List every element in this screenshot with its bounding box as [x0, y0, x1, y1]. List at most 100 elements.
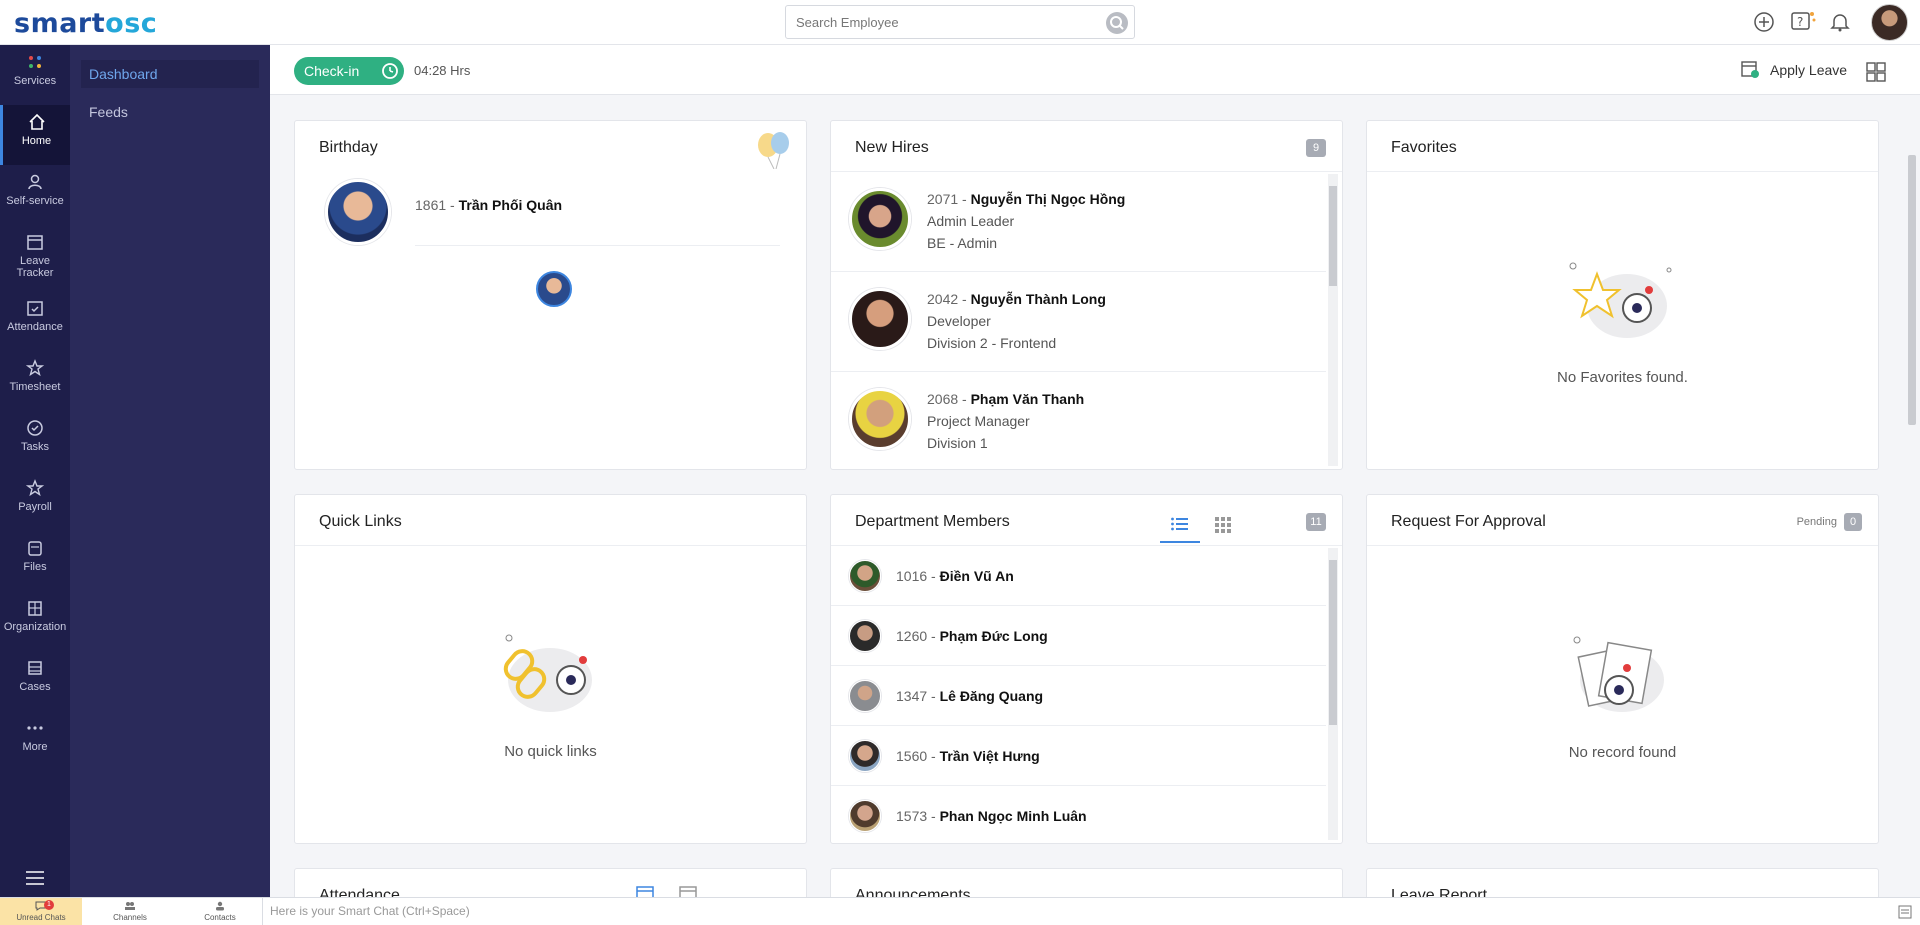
- empty-message: No quick links: [504, 743, 597, 760]
- check-in-button[interactable]: Check-in: [294, 57, 404, 85]
- grid-view-icon: [1215, 517, 1231, 533]
- list-scrollbar[interactable]: [1328, 174, 1338, 466]
- card-title: Quick Links: [319, 513, 402, 530]
- list-item[interactable]: 1016 - Điền Vũ An: [831, 546, 1326, 606]
- list-scrollbar[interactable]: [1328, 548, 1338, 840]
- left-navigation: Services Home Self-service Leave Tracker…: [0, 45, 70, 897]
- card-title: Department Members: [855, 513, 1010, 530]
- request-for-approval-card: Request For Approval Pending 0 No record…: [1366, 494, 1879, 844]
- birthday-card: Birthday 1861 - Trần Phối Quân: [294, 120, 807, 470]
- employee-photo: [849, 188, 911, 250]
- checkin-duration: 04:28 Hrs: [414, 63, 471, 78]
- user-avatar[interactable]: [1871, 4, 1908, 41]
- nav-tasks[interactable]: Tasks: [0, 411, 70, 471]
- divider: [1367, 545, 1878, 546]
- nav-timesheet[interactable]: Timesheet: [0, 351, 70, 411]
- files-icon: [28, 541, 42, 556]
- unread-chats-tab[interactable]: 1 Unread Chats: [0, 898, 82, 925]
- divider: [295, 545, 806, 546]
- add-circle-icon[interactable]: [1752, 10, 1776, 34]
- calendar-view-icon[interactable]: [635, 885, 655, 897]
- more-dots-icon: [27, 726, 43, 730]
- nav-services[interactable]: Services: [0, 45, 70, 105]
- list-view-icon: [1171, 517, 1188, 531]
- employee-photo: [849, 800, 881, 832]
- search-icon[interactable]: [1106, 12, 1128, 34]
- quick-links-card: Quick Links No quick links: [294, 494, 807, 844]
- card-title: Announcements: [855, 887, 971, 897]
- contacts-tab[interactable]: Contacts: [180, 898, 260, 925]
- card-title: Favorites: [1391, 139, 1457, 156]
- cases-icon: [28, 661, 42, 675]
- nav-home[interactable]: Home: [0, 105, 70, 165]
- contacts-icon: [216, 901, 224, 911]
- employee-photo: [849, 740, 881, 772]
- employee-photo[interactable]: [325, 179, 391, 245]
- nav-leave-tracker[interactable]: Leave Tracker: [0, 225, 70, 289]
- customize-dashboard-icon[interactable]: [1865, 61, 1887, 83]
- top-header: smartosc ?: [0, 0, 1920, 45]
- svg-text:?: ?: [1797, 15, 1803, 29]
- list-item[interactable]: 2068 - Phạm Văn Thanh Project Manager Di…: [831, 372, 1326, 472]
- subnav-dashboard[interactable]: Dashboard: [81, 60, 259, 88]
- smart-chat-bar: 1 Unread Chats Channels Contacts Here is…: [0, 897, 1920, 925]
- nav-more[interactable]: More: [0, 711, 70, 771]
- list-item[interactable]: 2042 - Nguyễn Thành Long Developer Divis…: [831, 272, 1326, 372]
- leave-report-card: Leave Report: [1366, 868, 1879, 897]
- nav-cases[interactable]: Cases: [0, 651, 70, 711]
- pending-indicator[interactable]: Pending 0: [1797, 513, 1862, 531]
- unread-count-badge: 1: [44, 900, 54, 910]
- menu-toggle-icon[interactable]: [22, 870, 48, 886]
- divider: [1367, 171, 1878, 172]
- count-badge: 11: [1306, 513, 1326, 531]
- page-scrollbar[interactable]: [1906, 145, 1918, 897]
- card-title: Request For Approval: [1391, 513, 1546, 530]
- balloons-icon: [758, 132, 789, 169]
- help-icon[interactable]: ?: [1790, 10, 1816, 34]
- services-dots-icon: [29, 56, 41, 68]
- nav-files[interactable]: Files: [0, 531, 70, 591]
- birthday-employee[interactable]: 1861 - Trần Phối Quân: [415, 197, 562, 213]
- card-title: Birthday: [319, 139, 378, 156]
- calendar-icon: [27, 235, 43, 250]
- sub-navigation: Dashboard Feeds: [70, 45, 270, 897]
- birthday-thumbnail-avatar[interactable]: [536, 271, 572, 307]
- nav-attendance[interactable]: Attendance: [0, 291, 70, 351]
- grid-view-tab[interactable]: [1206, 507, 1240, 543]
- search-employee-input[interactable]: [786, 6, 1086, 38]
- divider: [415, 245, 780, 246]
- calendar-add-icon: [1741, 61, 1759, 78]
- chat-expand-icon[interactable]: [1898, 905, 1912, 919]
- list-item[interactable]: 1347 - Lê Đăng Quang: [831, 666, 1326, 726]
- list-item[interactable]: 1573 - Phan Ngọc Minh Luân: [831, 786, 1326, 846]
- smartosc-logo[interactable]: smartosc: [14, 8, 157, 39]
- star-icon: [26, 359, 44, 377]
- nav-payroll[interactable]: Payroll: [0, 471, 70, 531]
- attendance-card: Attendance: [294, 868, 807, 897]
- empty-message: No record found: [1568, 744, 1677, 761]
- card-title: Attendance: [319, 887, 400, 897]
- smart-chat-input[interactable]: Here is your Smart Chat (Ctrl+Space): [270, 904, 470, 918]
- notification-bell-icon[interactable]: [1828, 10, 1852, 34]
- list-item[interactable]: 1260 - Phạm Đức Long: [831, 606, 1326, 666]
- no-record-illustration: [1573, 636, 1664, 712]
- employee-photo: [849, 560, 881, 592]
- department-members-card: Department Members 11 1016 - Điền Vũ An …: [830, 494, 1343, 844]
- nav-organization[interactable]: Organization: [0, 591, 70, 651]
- card-title: Leave Report: [1391, 887, 1488, 897]
- apply-leave-button[interactable]: Apply Leave: [1740, 59, 1847, 83]
- channels-tab[interactable]: Channels: [90, 898, 170, 925]
- favorites-card: Favorites No Favorites found.: [1366, 120, 1879, 470]
- list-item[interactable]: 2071 - Nguyễn Thị Ngọc Hồng Admin Leader…: [831, 172, 1326, 272]
- employee-photo: [849, 620, 881, 652]
- divider: [262, 898, 263, 925]
- clock-icon: [382, 63, 398, 79]
- search-employee-box: [785, 5, 1135, 39]
- employee-photo: [849, 388, 911, 450]
- list-item[interactable]: 1560 - Trần Việt Hưng: [831, 726, 1326, 786]
- nav-self-service[interactable]: Self-service: [0, 165, 70, 225]
- pending-count-badge: 0: [1844, 513, 1862, 531]
- subnav-feeds[interactable]: Feeds: [81, 98, 259, 126]
- list-calendar-icon[interactable]: [678, 885, 698, 897]
- list-view-tab[interactable]: [1160, 507, 1200, 543]
